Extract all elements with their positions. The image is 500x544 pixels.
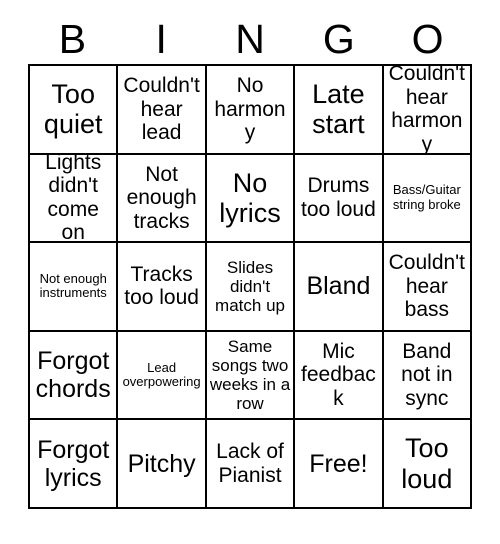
bingo-cell[interactable]: Lack of Pianist <box>206 420 296 509</box>
bingo-cell-label: Too quiet <box>43 79 103 140</box>
bingo-cell[interactable]: Couldn't hear harmony <box>383 66 473 155</box>
header-letter-b: B <box>58 15 87 62</box>
bingo-cell[interactable]: No harmony <box>206 66 296 155</box>
bingo-cell[interactable]: Bass/Guitar string broke <box>383 154 473 244</box>
bingo-cell-label: Forgot lyrics <box>37 435 110 492</box>
bingo-cell-label: Bland <box>306 272 371 301</box>
bingo-cell[interactable]: Forgot lyrics <box>30 420 119 509</box>
bingo-row: Forgot chords Lead overpowering Same son… <box>30 331 473 421</box>
bingo-cell[interactable]: Same songs two weeks in a row <box>206 331 296 421</box>
bingo-cell[interactable]: Lights didn't come on <box>30 154 119 244</box>
bingo-cell[interactable]: Couldn't hear lead <box>118 66 207 155</box>
bingo-cell-label: Same songs two weeks in a row <box>209 337 291 414</box>
bingo-header: B I N G O <box>28 14 472 64</box>
bingo-cell-label: Lead overpowering <box>122 359 201 390</box>
bingo-cell-label: Late start <box>312 79 365 140</box>
header-letter-o: O <box>411 15 444 62</box>
bingo-cell[interactable]: Lead overpowering <box>118 331 207 421</box>
bingo-cell[interactable]: Drums too loud <box>295 154 384 244</box>
bingo-cell-label: Lights didn't come on <box>45 154 102 244</box>
bingo-row: Lights didn't come on Not enough tracks … <box>30 154 473 244</box>
bingo-cell-label: Not enough instruments <box>39 270 107 301</box>
bingo-row: Not enough instruments Tracks too loud S… <box>30 243 473 332</box>
bingo-cell[interactable]: Not enough tracks <box>118 154 207 244</box>
bingo-cell-label: Band not in sync <box>401 339 453 410</box>
bingo-cell[interactable]: Forgot chords <box>30 331 119 421</box>
bingo-cell[interactable]: Couldn't hear bass <box>383 243 473 332</box>
header-letter-i: I <box>155 15 167 62</box>
bingo-cell-label: Not enough tracks <box>126 162 197 233</box>
bingo-cell-label: Couldn't hear lead <box>123 74 200 145</box>
header-letter-n: N <box>235 15 265 62</box>
bingo-row: Too quiet Couldn't hear lead No harmony … <box>30 66 473 155</box>
bingo-cell[interactable]: Band not in sync <box>383 331 473 421</box>
bingo-cell-label: Mic feedback <box>301 339 376 410</box>
bingo-cell[interactable]: No lyrics <box>206 154 296 244</box>
bingo-cell[interactable]: Too quiet <box>30 66 119 155</box>
bingo-cell-label: Too loud <box>401 433 453 494</box>
bingo-cell-label: Forgot chords <box>35 347 111 404</box>
bingo-cell-label: Couldn't hear bass <box>388 251 466 322</box>
bingo-cell[interactable]: Mic feedback <box>295 331 384 421</box>
bingo-cell-label: Drums too loud <box>301 174 376 221</box>
bingo-cell-label: No lyrics <box>219 167 281 228</box>
header-letter-g: G <box>322 15 355 62</box>
bingo-cell[interactable]: Too loud <box>383 420 473 509</box>
bingo-cell-label: Pitchy <box>127 449 196 478</box>
bingo-cell-label: Bass/Guitar string broke <box>392 182 461 212</box>
bingo-grid: Too quiet Couldn't hear lead No harmony … <box>28 64 473 509</box>
bingo-cell-label: Free! <box>309 449 368 478</box>
bingo-cell[interactable]: Not enough instruments <box>30 243 119 332</box>
bingo-cell-label: Tracks too loud <box>124 262 199 310</box>
bingo-cell-label: Lack of Pianist <box>216 440 284 487</box>
bingo-cell[interactable]: Bland <box>295 243 384 332</box>
bingo-cell-label: No harmony <box>214 74 286 145</box>
bingo-cell-label: Couldn't hear harmony <box>388 66 466 155</box>
bingo-cell-label: Slides didn't match up <box>215 257 285 315</box>
bingo-cell-free[interactable]: Free! <box>295 420 384 509</box>
bingo-row: Forgot lyrics Pitchy Lack of Pianist Fre… <box>30 420 473 509</box>
bingo-cell[interactable]: Tracks too loud <box>118 243 207 332</box>
bingo-cell[interactable]: Late start <box>295 66 384 155</box>
bingo-card: B I N G O Too quiet Couldn't hear lead N… <box>28 14 473 509</box>
bingo-cell[interactable]: Slides didn't match up <box>206 243 296 332</box>
bingo-cell[interactable]: Pitchy <box>118 420 207 509</box>
